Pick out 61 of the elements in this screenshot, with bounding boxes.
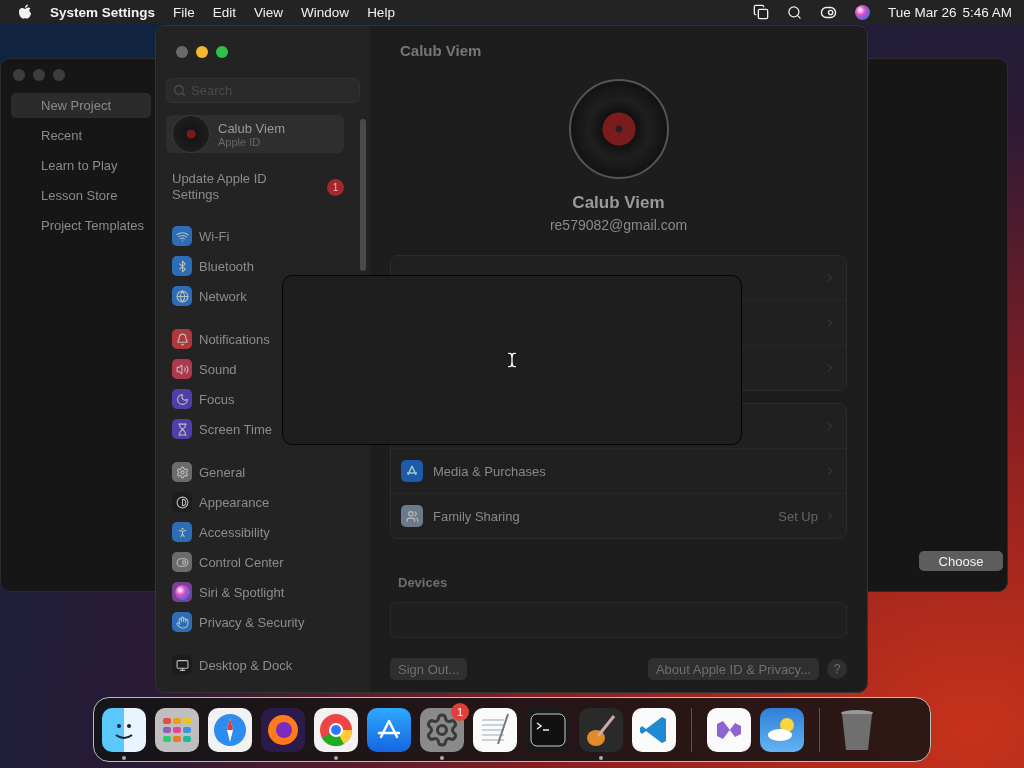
menu-item[interactable]: File (173, 4, 195, 20)
update-settings-link[interactable]: Update Apple ID Settings (172, 171, 292, 203)
menu-time[interactable]: 5:46 AM (962, 4, 1012, 20)
apple-logo-icon[interactable] (18, 4, 32, 20)
face-icon[interactable] (102, 707, 146, 752)
profile-email: re579082@gmail.com (549, 217, 688, 233)
page-title: Calub Viem (399, 42, 483, 59)
sidebar-item[interactable]: Project Templates (11, 213, 151, 238)
cloud-sun-icon[interactable] (760, 707, 804, 752)
grid-icon[interactable] (155, 707, 199, 752)
minimize-icon[interactable] (196, 46, 208, 58)
choose-button[interactable]: Choose (919, 551, 1003, 571)
notepad-icon[interactable] (473, 707, 517, 752)
zoom-icon[interactable] (216, 46, 228, 58)
menu-item[interactable]: Window (301, 4, 350, 20)
a-shape-icon[interactable] (367, 707, 411, 752)
sidebar-item[interactable]: Bluetooth (166, 251, 360, 281)
sidebar-item[interactable]: General (166, 457, 360, 487)
a-shape-icon (401, 460, 423, 482)
row-label[interactable]: Family Sharing (433, 508, 520, 524)
profile-name: Calub Viem (572, 193, 665, 213)
avatar-disc (172, 115, 210, 153)
help-button[interactable]: ? (827, 659, 847, 679)
people-icon (401, 505, 423, 527)
infinity-icon[interactable] (707, 707, 751, 752)
about-button[interactable]: About Apple ID & Privacy... (647, 658, 819, 680)
orb-icon[interactable] (854, 4, 870, 20)
search-icon (173, 84, 186, 97)
menu-date[interactable]: Tue Mar 26 (887, 4, 957, 20)
menu-item[interactable]: View (254, 4, 284, 20)
compass-icon[interactable] (208, 707, 252, 752)
search-icon[interactable] (786, 4, 802, 20)
row-label[interactable]: Media & Purchases (433, 463, 546, 479)
ribbon-icon[interactable] (632, 707, 676, 752)
sidebar-item[interactable]: Control Center (166, 547, 360, 577)
sidebar-item[interactable]: Accessibility (166, 517, 360, 547)
sidebar-item[interactable]: Appearance (166, 487, 360, 517)
ring-logo-icon[interactable] (314, 707, 358, 752)
sidebar-item[interactable]: Lesson Store (11, 183, 151, 208)
sidebar-item[interactable]: Desktop & Dock (166, 650, 360, 680)
scrollbar[interactable] (360, 119, 366, 271)
windows-icon[interactable] (752, 4, 769, 20)
sidebar-item[interactable]: Wi-Fi (166, 221, 360, 251)
notification-badge: 1 (327, 178, 344, 196)
sign-out-button[interactable]: Sign Out... (390, 658, 468, 680)
sidebar-item[interactable]: Learn to Play (11, 153, 151, 178)
sidebar-item[interactable]: Recent (11, 123, 151, 148)
menu-item[interactable]: Edit (212, 4, 237, 20)
sidebar-item[interactable]: New Project (11, 93, 151, 118)
guitar-icon[interactable] (579, 707, 623, 752)
menu-item[interactable]: Help (367, 4, 395, 20)
gear-icon[interactable] (420, 707, 464, 752)
app-menu[interactable]: System Settings (50, 4, 156, 20)
row-value[interactable]: Set Up (778, 508, 818, 524)
terminal-icon[interactable] (526, 707, 570, 752)
close-icon[interactable] (176, 46, 188, 58)
sidebar-item[interactable]: Privacy & Security (166, 607, 360, 637)
section-heading: Devices (398, 575, 449, 590)
notification-badge: 1 (451, 702, 469, 721)
sidebar-item[interactable]: Siri & Spotlight (166, 577, 360, 607)
account-name: Calub Viem (218, 120, 285, 136)
